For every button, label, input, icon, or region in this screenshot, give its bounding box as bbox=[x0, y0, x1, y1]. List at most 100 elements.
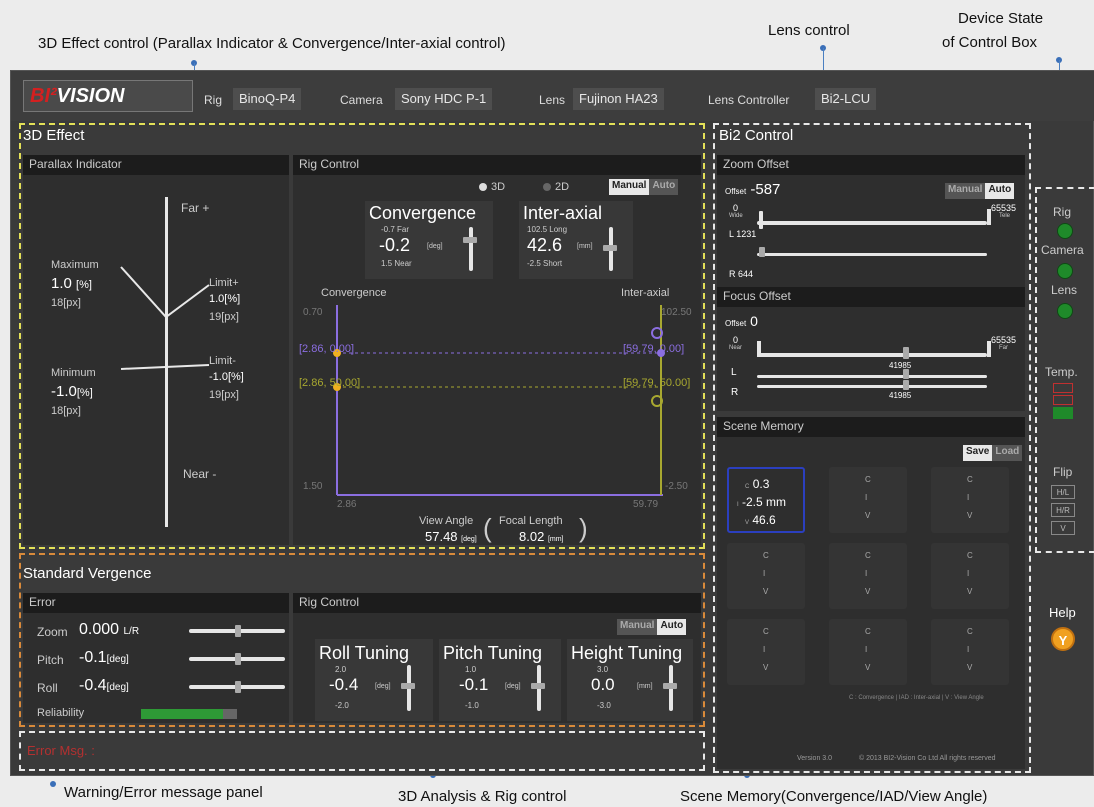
lens-status-led bbox=[1057, 303, 1073, 319]
focus-l-thumb[interactable] bbox=[903, 369, 909, 379]
point-d-label: [59.79, 50.00] bbox=[623, 377, 691, 389]
roll-tuning-thumb[interactable] bbox=[401, 683, 415, 689]
vergence-rig-panel: Rig Control Manual Auto Roll Tuning 2.0 … bbox=[293, 593, 701, 723]
scene-slot-value: V 46.6 bbox=[745, 513, 776, 527]
scene-save-load: Save Load bbox=[963, 445, 1023, 461]
height-value: 0.0 bbox=[591, 675, 615, 694]
scene-memory-slot[interactable]: CIV bbox=[931, 467, 1009, 533]
rig-control-3d: Rig Control 3D 2D Manual Auto Convergenc… bbox=[293, 155, 701, 545]
zoom-offset-thumb[interactable] bbox=[759, 211, 763, 229]
temp-bar-low bbox=[1053, 407, 1073, 419]
near-label: Near - bbox=[183, 467, 217, 481]
paren-close: ) bbox=[579, 513, 588, 543]
focal-length-value: 8.02 [mm] bbox=[519, 529, 564, 544]
pitch-tuning-title: Pitch Tuning bbox=[443, 643, 543, 663]
vergence-title: Standard Vergence bbox=[23, 565, 152, 582]
zoom-error-thumb bbox=[235, 625, 241, 637]
callout-dot bbox=[50, 781, 56, 787]
height-top: 3.0 bbox=[597, 665, 609, 674]
scene-memory-slot[interactable]: CIV bbox=[829, 619, 907, 685]
height-bottom: -3.0 bbox=[597, 701, 611, 710]
help-label: Help bbox=[1049, 605, 1076, 620]
scene-save-button[interactable]: Save bbox=[963, 445, 993, 461]
parallax-indicator: Parallax Indicator Far + Near - Maximum … bbox=[23, 155, 289, 545]
scene-slot-letter: C bbox=[967, 627, 973, 636]
roll-error-label: Roll bbox=[37, 681, 58, 695]
help-icon[interactable]: Y bbox=[1051, 627, 1075, 651]
scene-slot-letter: I bbox=[967, 493, 970, 502]
height-tuning-title: Height Tuning bbox=[571, 643, 683, 663]
focus-offset-thumb[interactable] bbox=[903, 347, 909, 359]
focus-min: 0 bbox=[733, 335, 739, 345]
roll-unit: [deg] bbox=[375, 683, 391, 690]
zoom-error-value: 0.000 L/R bbox=[79, 621, 140, 638]
scene-slot-letter: C bbox=[865, 551, 871, 560]
flip-hl-button[interactable]: H/L bbox=[1051, 485, 1075, 499]
zoom-max-marker bbox=[987, 209, 991, 225]
camera-select[interactable]: Sony HDC P-1 bbox=[395, 88, 493, 110]
flip-label: Flip bbox=[1053, 465, 1073, 479]
camera-status-led bbox=[1057, 263, 1073, 279]
lens-label: Lens bbox=[539, 93, 566, 107]
focus-max: 65535 bbox=[991, 335, 1017, 345]
pitch-tuning-thumb[interactable] bbox=[531, 683, 545, 689]
height-tuning-thumb[interactable] bbox=[663, 683, 677, 689]
flip-v-button[interactable]: V bbox=[1051, 521, 1075, 535]
focus-l-label: L bbox=[731, 367, 737, 378]
focus-offset-slider[interactable] bbox=[757, 353, 987, 357]
scene-memory-slot[interactable]: CIV bbox=[727, 619, 805, 685]
scene-slot-letter: V bbox=[865, 511, 871, 520]
camera-label: Camera bbox=[340, 93, 383, 107]
scene-slot-letter: I bbox=[763, 569, 766, 578]
zoom-min: 0 bbox=[733, 203, 739, 213]
zoom-min-sub: Wide bbox=[729, 213, 743, 219]
pitch-value: -0.1 bbox=[459, 675, 489, 694]
pitch-tuning-box: Pitch Tuning 1.0 -0.1 [deg] -1.0 bbox=[439, 639, 561, 721]
lens-controller-label: Lens Controller bbox=[708, 93, 790, 107]
scene-memory-slot[interactable]: CIV bbox=[931, 543, 1009, 609]
scene-memory-slot[interactable]: CIV bbox=[931, 619, 1009, 685]
view-angle-value: 57.48 [deg] bbox=[425, 529, 477, 544]
scene-slot-letter: I bbox=[865, 645, 868, 654]
focus-offset-header: Focus Offset bbox=[717, 287, 1025, 307]
version-label: Version 3.0 bbox=[797, 755, 833, 762]
flip-hr-button[interactable]: H/R bbox=[1051, 503, 1075, 517]
error-message-frame bbox=[19, 731, 705, 771]
zoom-offset-slider[interactable] bbox=[757, 221, 987, 225]
zoom-l-thumb[interactable] bbox=[759, 247, 765, 257]
vergence-auto-button[interactable]: Auto bbox=[657, 619, 687, 635]
zoom-l-slider[interactable] bbox=[757, 253, 987, 256]
pitch-error-thumb bbox=[235, 653, 241, 665]
reliability-label: Reliability bbox=[37, 707, 85, 719]
scene-load-button[interactable]: Load bbox=[992, 445, 1023, 461]
focus-r-value: 41985 bbox=[889, 391, 912, 400]
zoom-auto-button[interactable]: Auto bbox=[985, 183, 1015, 199]
vergence-manual-button[interactable]: Manual bbox=[617, 619, 658, 635]
bi2-control-title: Bi2 Control bbox=[719, 127, 794, 144]
scene-memory-header: Scene Memory bbox=[717, 417, 1025, 437]
temp-bar-high bbox=[1053, 383, 1073, 393]
pitch-bottom: -1.0 bbox=[465, 701, 479, 710]
scene-memory-slot[interactable]: CIV bbox=[829, 543, 907, 609]
scene-memory-slot[interactable]: CIV bbox=[829, 467, 907, 533]
camera-state-label: Camera bbox=[1041, 243, 1084, 257]
bi2vision-app: BI² VISION Rig BinoQ-P4 Camera Sony HDC P… bbox=[10, 70, 1094, 776]
focus-r-slider[interactable] bbox=[757, 385, 987, 388]
rig-select[interactable]: BinoQ-P4 bbox=[233, 88, 302, 110]
minimum-value: -1.0[%] bbox=[51, 383, 93, 400]
lens-select[interactable]: Fujinon HA23 bbox=[573, 88, 664, 110]
maximum-value: 1.0 [%] bbox=[51, 275, 92, 292]
limit-plus-px: 19[px] bbox=[209, 311, 239, 323]
3d-effect-title: 3D Effect bbox=[23, 127, 85, 144]
reliability-bar bbox=[141, 709, 237, 719]
scene-memory-slot[interactable]: C 0.3 I -2.5 mm V 46.6 bbox=[727, 467, 805, 533]
zoom-manual-button[interactable]: Manual bbox=[945, 183, 986, 199]
focus-r-thumb[interactable] bbox=[903, 380, 909, 390]
scene-memory-slot[interactable]: CIV bbox=[727, 543, 805, 609]
scene-slot-letter: I bbox=[865, 493, 868, 502]
point-c-label: [2.86, 50.00] bbox=[299, 377, 361, 389]
limit-plus-value: 1.0[%] bbox=[209, 293, 241, 305]
focus-l-slider[interactable] bbox=[757, 375, 987, 378]
zoom-max: 65535 bbox=[991, 203, 1017, 213]
lens-controller-select[interactable]: Bi2-LCU bbox=[815, 88, 877, 110]
